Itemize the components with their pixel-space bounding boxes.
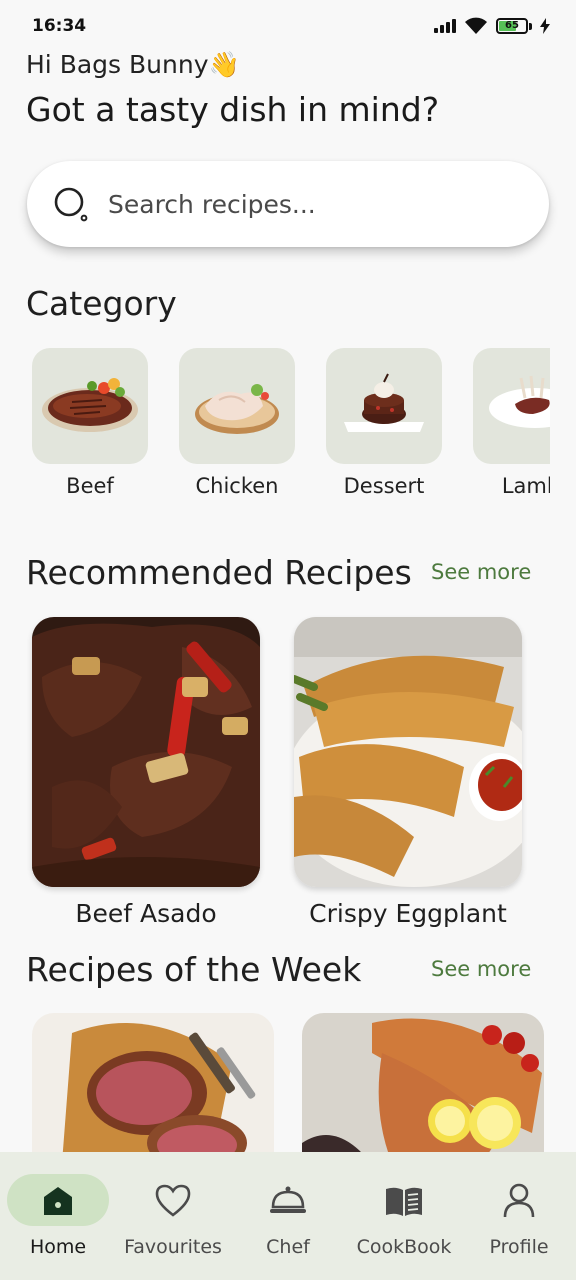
page-headline: Got a tasty dish in mind? xyxy=(26,90,440,129)
battery-level: 65 xyxy=(505,20,519,31)
greeting-text: Hi Bags Bunny👋 xyxy=(26,50,240,79)
week-recipe-card-1[interactable] xyxy=(32,1013,274,1163)
heart-icon xyxy=(155,1184,191,1217)
chicken-image xyxy=(179,348,295,464)
crispy-eggplant-image xyxy=(294,617,522,887)
category-label: Lamb xyxy=(501,474,550,498)
category-item-lamb[interactable]: Lamb xyxy=(473,348,550,498)
recommended-see-more-link[interactable]: See more xyxy=(431,560,531,584)
nav-item-profile[interactable]: Profile xyxy=(462,1152,576,1280)
home-icon xyxy=(44,1187,72,1215)
nav-label: Home xyxy=(29,1236,87,1258)
charging-icon xyxy=(540,18,550,34)
recipe-name: Crispy Eggplant xyxy=(309,899,507,928)
category-item-chicken[interactable]: Chicken xyxy=(179,348,295,498)
category-item-beef[interactable]: Beef xyxy=(32,348,148,498)
category-label: Chicken xyxy=(195,474,279,498)
nav-label: Chef xyxy=(266,1236,310,1258)
category-label: Beef xyxy=(66,474,114,498)
category-item-dessert[interactable]: Dessert xyxy=(326,348,442,498)
beef-wellington-image xyxy=(32,1013,274,1163)
nav-label: CookBook xyxy=(356,1236,452,1258)
week-title: Recipes of the Week xyxy=(26,950,362,989)
status-icons: 65 xyxy=(434,17,550,35)
bottom-navigation: Home Favourites Chef CookBook Profile xyxy=(0,1152,576,1280)
signal-icon xyxy=(434,19,456,33)
status-time: 16:34 xyxy=(32,16,87,36)
nav-item-favourites[interactable]: Favourites xyxy=(116,1152,230,1280)
search-input[interactable] xyxy=(108,189,508,219)
cloche-icon xyxy=(270,1186,306,1213)
recipe-card-beef-asado[interactable]: Beef Asado xyxy=(32,617,260,928)
person-icon xyxy=(503,1183,535,1218)
recipe-card-crispy-eggplant[interactable]: Crispy Eggplant xyxy=(294,617,522,928)
nav-item-home[interactable]: Home xyxy=(0,1152,116,1280)
nav-label: Favourites xyxy=(124,1236,222,1258)
salmon-image xyxy=(302,1013,544,1163)
nav-item-chef[interactable]: Chef xyxy=(230,1152,346,1280)
category-list: Beef Chicken Dessert Lam xyxy=(32,348,550,508)
nav-label: Profile xyxy=(489,1236,549,1258)
search-bar[interactable] xyxy=(27,161,549,247)
beef-asado-image xyxy=(32,617,260,887)
category-label: Dessert xyxy=(343,474,425,498)
recipe-name: Beef Asado xyxy=(75,899,217,928)
wifi-icon xyxy=(465,17,487,34)
category-title: Category xyxy=(26,284,177,323)
nav-item-cookbook[interactable]: CookBook xyxy=(346,1152,462,1280)
lamb-image xyxy=(473,348,550,464)
beef-image xyxy=(32,348,148,464)
search-icon xyxy=(54,186,90,222)
week-recipe-card-2[interactable] xyxy=(302,1013,544,1163)
week-see-more-link[interactable]: See more xyxy=(431,957,531,981)
status-bar: 16:34 65 xyxy=(0,0,576,52)
battery-icon: 65 xyxy=(496,18,532,34)
dessert-image xyxy=(326,348,442,464)
book-icon xyxy=(386,1187,422,1216)
recommended-title: Recommended Recipes xyxy=(26,553,412,592)
